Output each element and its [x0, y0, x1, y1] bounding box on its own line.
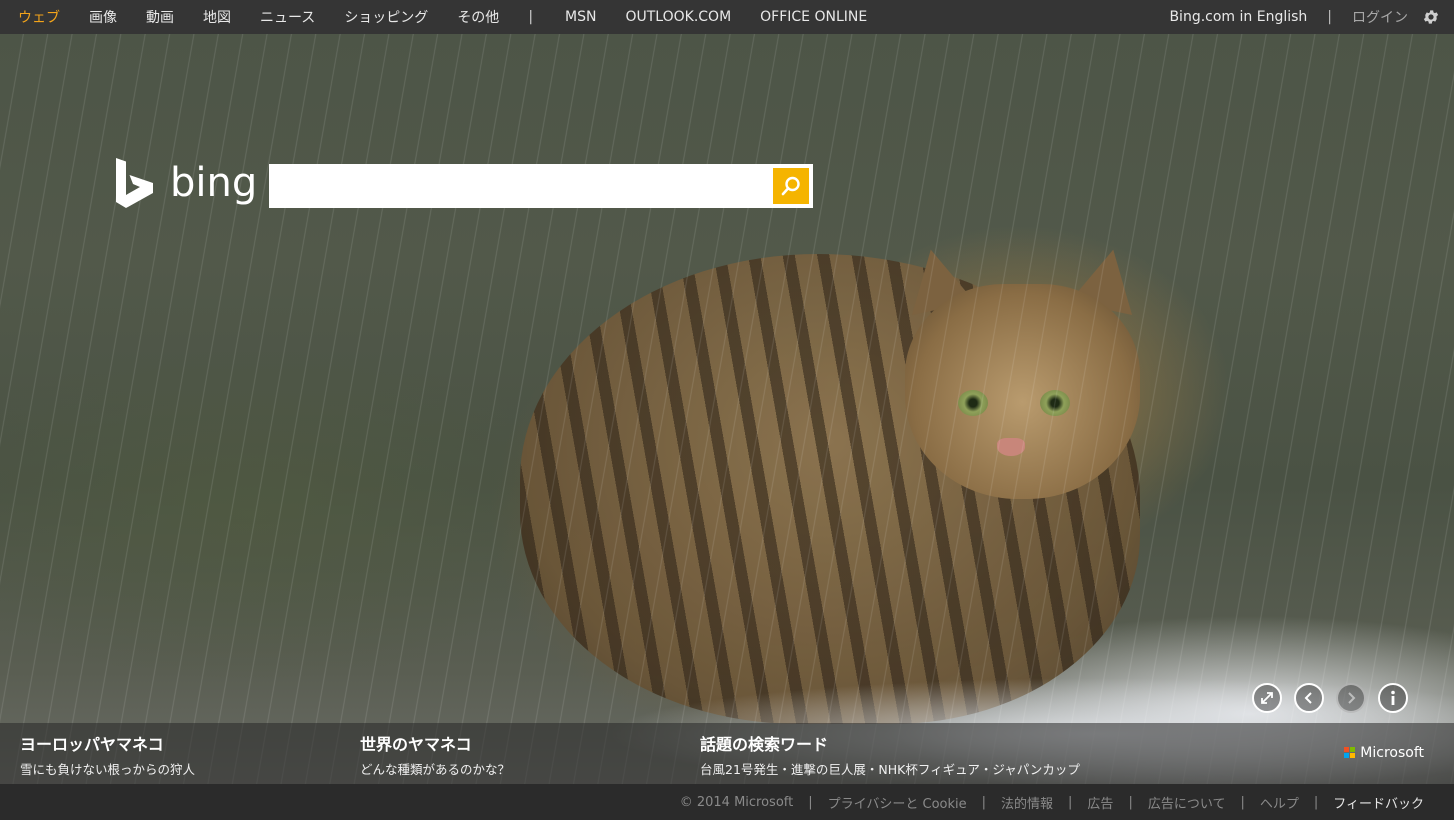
caption-image-title[interactable]: ヨーロッパヤマネコ 雪にも負けない根っからの狩人 [20, 731, 195, 778]
nav-separator: | [528, 9, 534, 25]
caption-trending[interactable]: 話題の検索ワード 台風21号発生・進撃の巨人展・NHK杯フィギュア・ジャパンカッ… [700, 731, 1080, 778]
info-button[interactable] [1378, 683, 1408, 713]
microsoft-logo[interactable]: Microsoft [1344, 745, 1424, 761]
footer-about-ads-link[interactable]: 広告について [1148, 793, 1226, 812]
microsoft-windows-icon [1344, 747, 1356, 759]
footer-separator: | [1068, 794, 1073, 810]
footer-privacy-link[interactable]: プライバシーと Cookie [828, 793, 967, 812]
footer-ads-link[interactable]: 広告 [1087, 793, 1113, 812]
next-icon [1348, 692, 1356, 704]
footer-separator: | [1313, 794, 1319, 810]
bing-logo[interactable]: bing [116, 158, 257, 208]
logo-text: bing [170, 160, 258, 206]
bing-b-icon [116, 158, 153, 208]
nav-right: Bing.com in English | ログイン [1169, 0, 1454, 34]
search-button[interactable] [773, 168, 809, 204]
wildcat-nose [997, 438, 1025, 456]
footer-separator: | [1240, 794, 1245, 810]
info-icon [1391, 690, 1395, 705]
top-navigation-bar: ウェブ 画像 動画 地図 ニュース ショッピング その他 | MSN OUTLO… [0, 0, 1454, 34]
background-image [0, 34, 1454, 784]
nav-english-link[interactable]: Bing.com in English [1169, 9, 1307, 25]
login-link[interactable]: ログイン [1352, 7, 1408, 27]
nav-images[interactable]: 画像 [89, 7, 117, 27]
copyright: © 2014 Microsoft [679, 794, 794, 810]
nav-outlook[interactable]: OUTLOOK.COM [625, 9, 731, 25]
image-controls [1252, 683, 1420, 713]
nav-maps[interactable]: 地図 [203, 7, 231, 27]
caption-subtitle: どんな種類があるのかな？ [360, 762, 511, 777]
nav-left: ウェブ 画像 動画 地図 ニュース ショッピング その他 | MSN OUTLO… [0, 0, 896, 34]
wildcat-head [905, 284, 1140, 499]
nav-more[interactable]: その他 [457, 7, 499, 27]
fullscreen-button[interactable] [1252, 683, 1282, 713]
fullscreen-icon [1261, 692, 1273, 704]
caption-strip: ヨーロッパヤマネコ 雪にも負けない根っからの狩人 世界のヤマネコ どんな種類があ… [0, 723, 1454, 784]
magnifier-icon [781, 176, 800, 196]
footer-help-link[interactable]: ヘルプ [1260, 793, 1299, 812]
nav-news[interactable]: ニュース [260, 7, 315, 27]
nav-right-separator: | [1327, 9, 1332, 25]
nav-office-online[interactable]: OFFICE ONLINE [760, 9, 867, 25]
previous-image-button[interactable] [1294, 683, 1324, 713]
wildcat-eye-right [1040, 390, 1070, 416]
caption-title: ヨーロッパヤマネコ [20, 735, 164, 754]
nav-web[interactable]: ウェブ [18, 7, 60, 27]
nav-msn[interactable]: MSN [565, 9, 596, 25]
previous-icon [1304, 692, 1312, 704]
search-input[interactable] [277, 165, 773, 207]
next-image-button[interactable] [1336, 683, 1366, 713]
footer-separator: | [808, 794, 813, 810]
footer: © 2014 Microsoft | プライバシーと Cookie | 法的情報… [0, 784, 1454, 820]
nav-videos[interactable]: 動画 [146, 7, 174, 27]
gear-icon[interactable] [1422, 8, 1440, 26]
footer-feedback-link[interactable]: フィードバック [1333, 793, 1424, 812]
caption-subtitle: 雪にも負けない根っからの狩人 [20, 762, 196, 777]
wildcat-eye-left [958, 390, 988, 416]
caption-title: 話題の検索ワード [700, 735, 829, 754]
search-box [269, 164, 813, 208]
footer-separator: | [981, 794, 987, 810]
nav-shopping[interactable]: ショッピング [344, 7, 428, 27]
caption-title: 世界のヤマネコ [360, 735, 472, 754]
footer-separator: | [1128, 794, 1133, 810]
microsoft-label: Microsoft [1360, 745, 1424, 761]
caption-subtitle: 台風21号発生・進撃の巨人展・NHK杯フィギュア・ジャパンカップ [700, 762, 1080, 777]
caption-wildcats[interactable]: 世界のヤマネコ どんな種類があるのかな？ [360, 731, 510, 778]
footer-legal-link[interactable]: 法的情報 [1001, 793, 1053, 812]
